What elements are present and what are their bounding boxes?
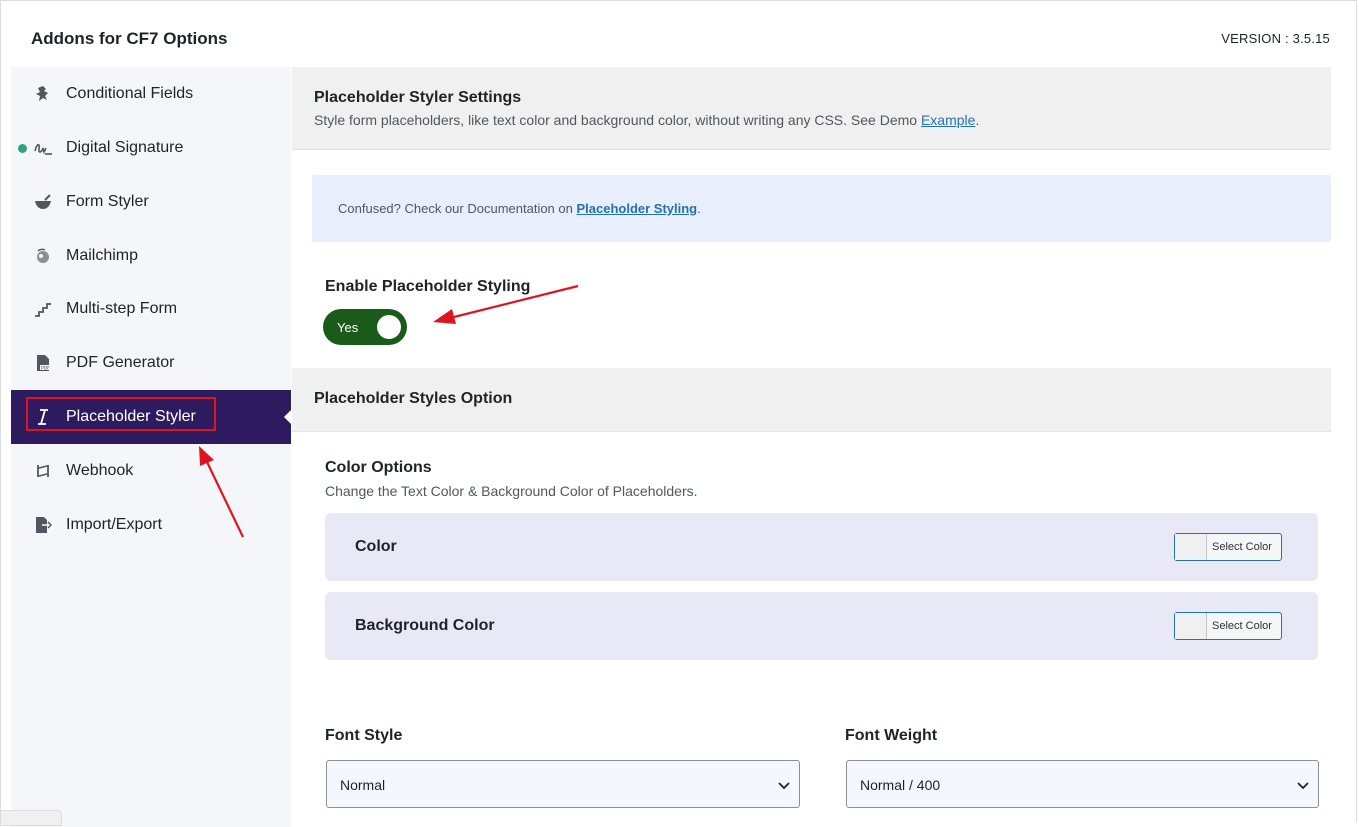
color-picker-button[interactable]: Select Color (1174, 533, 1282, 561)
svg-text:PDF: PDF (41, 365, 50, 371)
sidebar-item-digital-signature[interactable]: Digital Signature (11, 121, 291, 175)
sidebar-item-multistep-form[interactable]: Multi-step Form (11, 282, 291, 336)
import-export-icon (33, 515, 53, 535)
sidebar-item-conditional-fields[interactable]: Conditional Fields (11, 67, 291, 121)
font-weight-select[interactable]: Normal / 400 (846, 760, 1319, 808)
sidebar-item-label: Conditional Fields (66, 85, 194, 102)
enable-toggle[interactable]: Yes (325, 311, 405, 343)
conditional-fields-icon (33, 84, 53, 104)
active-caret-icon (284, 409, 292, 425)
sidebar-item-label: Multi-step Form (66, 300, 178, 317)
sidebar-item-label: Digital Signature (66, 139, 184, 156)
sidebar-item-label: Form Styler (66, 193, 149, 210)
sidebar-item-form-styler[interactable]: Form Styler (11, 175, 291, 229)
sidebar-item-label: PDF Generator (66, 354, 175, 371)
documentation-link[interactable]: Placeholder Styling (576, 201, 697, 216)
font-style-select[interactable]: Normal (326, 760, 800, 808)
sidebar-item-label: Placeholder Styler (66, 408, 196, 425)
options-window: Addons for CF7 Options VERSION : 3.5.15 … (0, 0, 1358, 827)
page-title: Addons for CF7 Options (31, 29, 228, 48)
sidebar-item-label: Webhook (66, 462, 134, 479)
font-weight-label: Font Weight (845, 727, 938, 744)
background-color-picker-button[interactable]: Select Color (1174, 612, 1282, 640)
text-cursor-icon (33, 407, 53, 427)
styles-option-title: Placeholder Styles Option (314, 390, 513, 407)
form-styler-icon (33, 192, 53, 212)
multistep-icon (33, 299, 53, 319)
background-color-label: Background Color (355, 617, 495, 634)
pdf-icon: PDF (33, 353, 53, 373)
color-row: Color Select Color (325, 513, 1318, 581)
color-label: Color (355, 538, 397, 555)
toggle-label: Yes (337, 320, 359, 335)
color-options-title: Color Options (325, 459, 432, 476)
header: Addons for CF7 Options VERSION : 3.5.15 (1, 1, 1358, 67)
documentation-notice: Confused? Check our Documentation on Pla… (312, 175, 1331, 242)
sidebar-item-placeholder-styler[interactable]: Placeholder Styler (11, 390, 292, 444)
toggle-knob (377, 315, 401, 339)
color-options-description: Change the Text Color & Background Color… (325, 483, 698, 499)
sidebar-item-webhook[interactable]: Webhook (11, 444, 291, 498)
color-swatch (1175, 613, 1207, 639)
mailchimp-icon (33, 246, 53, 266)
webhook-icon (33, 461, 53, 481)
enable-label: Enable Placeholder Styling (325, 278, 531, 295)
background-color-row: Background Color Select Color (325, 592, 1318, 660)
chevron-down-icon (1297, 782, 1309, 790)
settings-title: Placeholder Styler Settings (314, 89, 522, 106)
sidebar-item-pdf-generator[interactable]: PDF PDF Generator (11, 336, 291, 390)
sidebar-item-label: Mailchimp (66, 247, 139, 264)
example-link[interactable]: Example (921, 112, 975, 128)
styles-option-header: Placeholder Styles Option (292, 368, 1331, 432)
sidebar: Conditional Fields Digital Signature For… (11, 67, 292, 827)
settings-description: Style form placeholders, like text color… (314, 112, 980, 128)
signature-icon (33, 138, 53, 158)
sidebar-item-import-export[interactable]: Import/Export (11, 498, 291, 552)
bottom-edge-tab (0, 810, 62, 826)
settings-header: Placeholder Styler Settings Style form p… (292, 67, 1331, 150)
chevron-down-icon (778, 782, 790, 790)
main-content: Placeholder Styler Settings Style form p… (292, 67, 1331, 827)
version-label: VERSION : 3.5.15 (1221, 31, 1330, 46)
font-style-label: Font Style (325, 727, 403, 744)
sidebar-item-mailchimp[interactable]: Mailchimp (11, 229, 291, 283)
color-swatch (1175, 534, 1207, 560)
sidebar-item-label: Import/Export (66, 516, 163, 533)
